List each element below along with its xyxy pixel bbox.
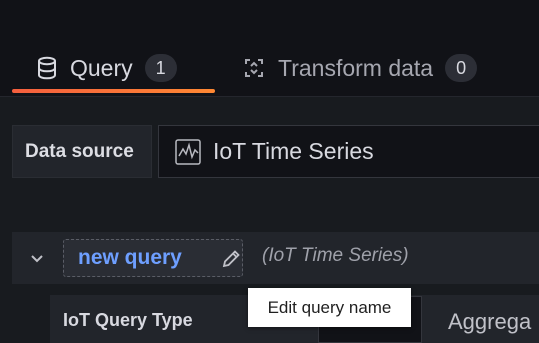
tab-transform-count: 0 [445, 54, 478, 82]
datasource-picker[interactable]: IoT Time Series [158, 125, 539, 178]
datasource-label-box: Data source [12, 125, 152, 178]
tab-query[interactable]: Query 1 [36, 48, 177, 88]
chevron-down-icon[interactable] [26, 248, 48, 270]
tab-query-count: 1 [144, 54, 177, 82]
active-tab-indicator [12, 89, 215, 93]
tab-transform-label: Transform data [278, 54, 434, 81]
query-name: new query [78, 246, 182, 269]
iot-chart-icon [175, 138, 201, 165]
tab-query-label: Query [70, 54, 133, 81]
tooltip-text: Edit query name [267, 297, 392, 317]
aggregation-label: Aggrega [448, 309, 532, 334]
pencil-icon[interactable] [220, 248, 242, 270]
query-datasource-hint: (IoT Time Series) [262, 245, 409, 266]
database-icon [38, 56, 56, 80]
datasource-name: IoT Time Series [213, 138, 374, 164]
tab-transform-data[interactable]: Transform data 0 [242, 48, 478, 88]
transform-icon [245, 59, 263, 77]
edit-name-tooltip: Edit query name [248, 288, 411, 327]
datasource-label: Data source [25, 140, 134, 162]
iot-query-type-label: IoT Query Type [63, 310, 193, 330]
query-name-editor[interactable]: new query [63, 239, 243, 277]
top-strip [0, 0, 539, 40]
